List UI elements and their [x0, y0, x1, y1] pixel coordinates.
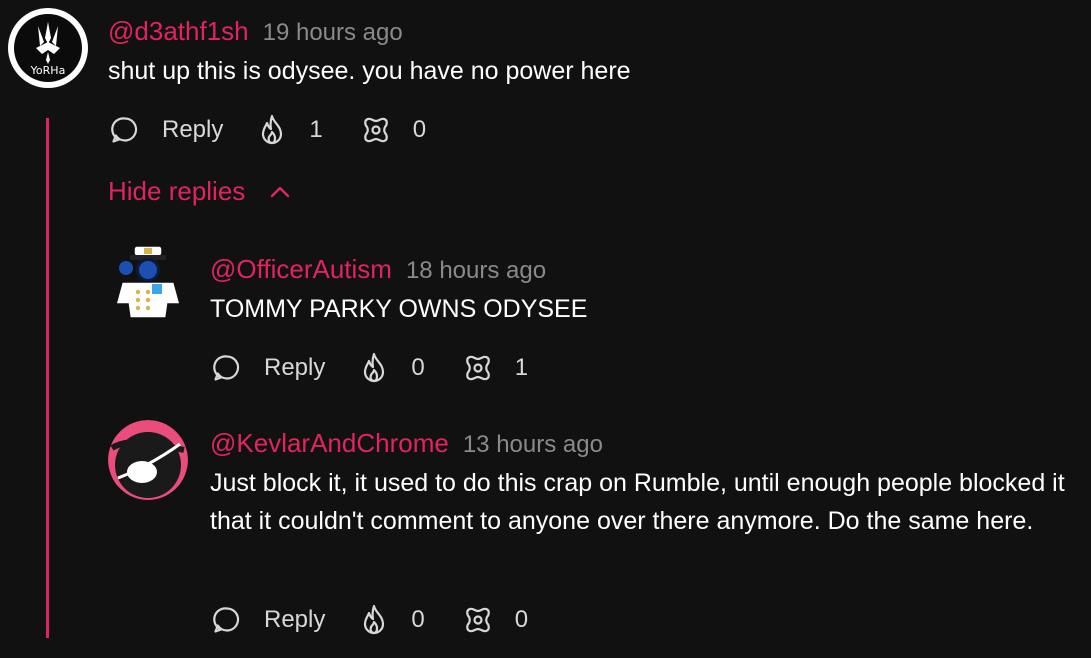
speech-bubble-icon	[213, 607, 240, 633]
slime-count: 0	[412, 116, 427, 143]
fire-button[interactable]: 1	[257, 114, 323, 146]
reply-label: Reply	[264, 606, 326, 633]
chevron-up-icon	[271, 186, 290, 197]
fire-icon	[262, 114, 283, 145]
comment-author[interactable]: @OfficerAutism	[210, 254, 392, 284]
fire-count: 1	[309, 116, 323, 143]
avatar[interactable]	[108, 244, 188, 324]
thread-line	[46, 118, 49, 638]
fire-icon	[364, 604, 385, 635]
reply-label: Reply	[162, 116, 224, 143]
fire-button[interactable]: 0	[359, 352, 425, 384]
eyepatch-avatar-icon	[108, 420, 188, 500]
avatar[interactable]	[108, 420, 188, 500]
fire-count: 0	[411, 606, 425, 633]
comment-text: TOMMY PARKY OWNS ODYSEE	[210, 295, 588, 323]
slime-icon	[465, 607, 490, 633]
slime-button[interactable]: 1	[463, 353, 528, 383]
comment-author[interactable]: @d3athf1sh	[108, 16, 249, 46]
slime-button[interactable]: 0	[463, 605, 528, 635]
slime-count: 1	[514, 354, 529, 381]
comment-text: shut up this is odysee. you have no powe…	[108, 57, 631, 85]
hide-replies-label: Hide replies	[108, 176, 246, 206]
comment-timestamp[interactable]: 18 hours ago	[406, 257, 546, 284]
slime-count: 0	[514, 606, 529, 633]
comment-text: Just block it, it used to do this crap o…	[210, 469, 1065, 535]
speech-bubble-icon	[111, 117, 138, 143]
slime-button[interactable]: 0	[361, 115, 426, 145]
avatar-label: YoRHa	[30, 64, 66, 77]
reply-label: Reply	[264, 354, 326, 381]
avatar[interactable]: YoRHa	[8, 8, 88, 88]
fire-icon	[364, 352, 385, 383]
fire-button[interactable]: 0	[359, 604, 425, 636]
reply-button[interactable]: Reply	[110, 115, 223, 145]
comment-timestamp[interactable]: 13 hours ago	[463, 431, 603, 458]
officer-avatar-icon	[115, 245, 181, 322]
fire-count: 0	[411, 354, 425, 381]
slime-icon	[465, 355, 490, 381]
speech-bubble-icon	[213, 355, 240, 381]
hide-replies-button[interactable]: Hide replies	[108, 176, 291, 207]
comment-author[interactable]: @KevlarAndChrome	[210, 428, 449, 458]
slime-icon	[363, 117, 388, 143]
reply-button[interactable]: Reply	[212, 353, 325, 383]
comment-timestamp[interactable]: 19 hours ago	[263, 19, 403, 46]
reply-button[interactable]: Reply	[212, 605, 325, 635]
